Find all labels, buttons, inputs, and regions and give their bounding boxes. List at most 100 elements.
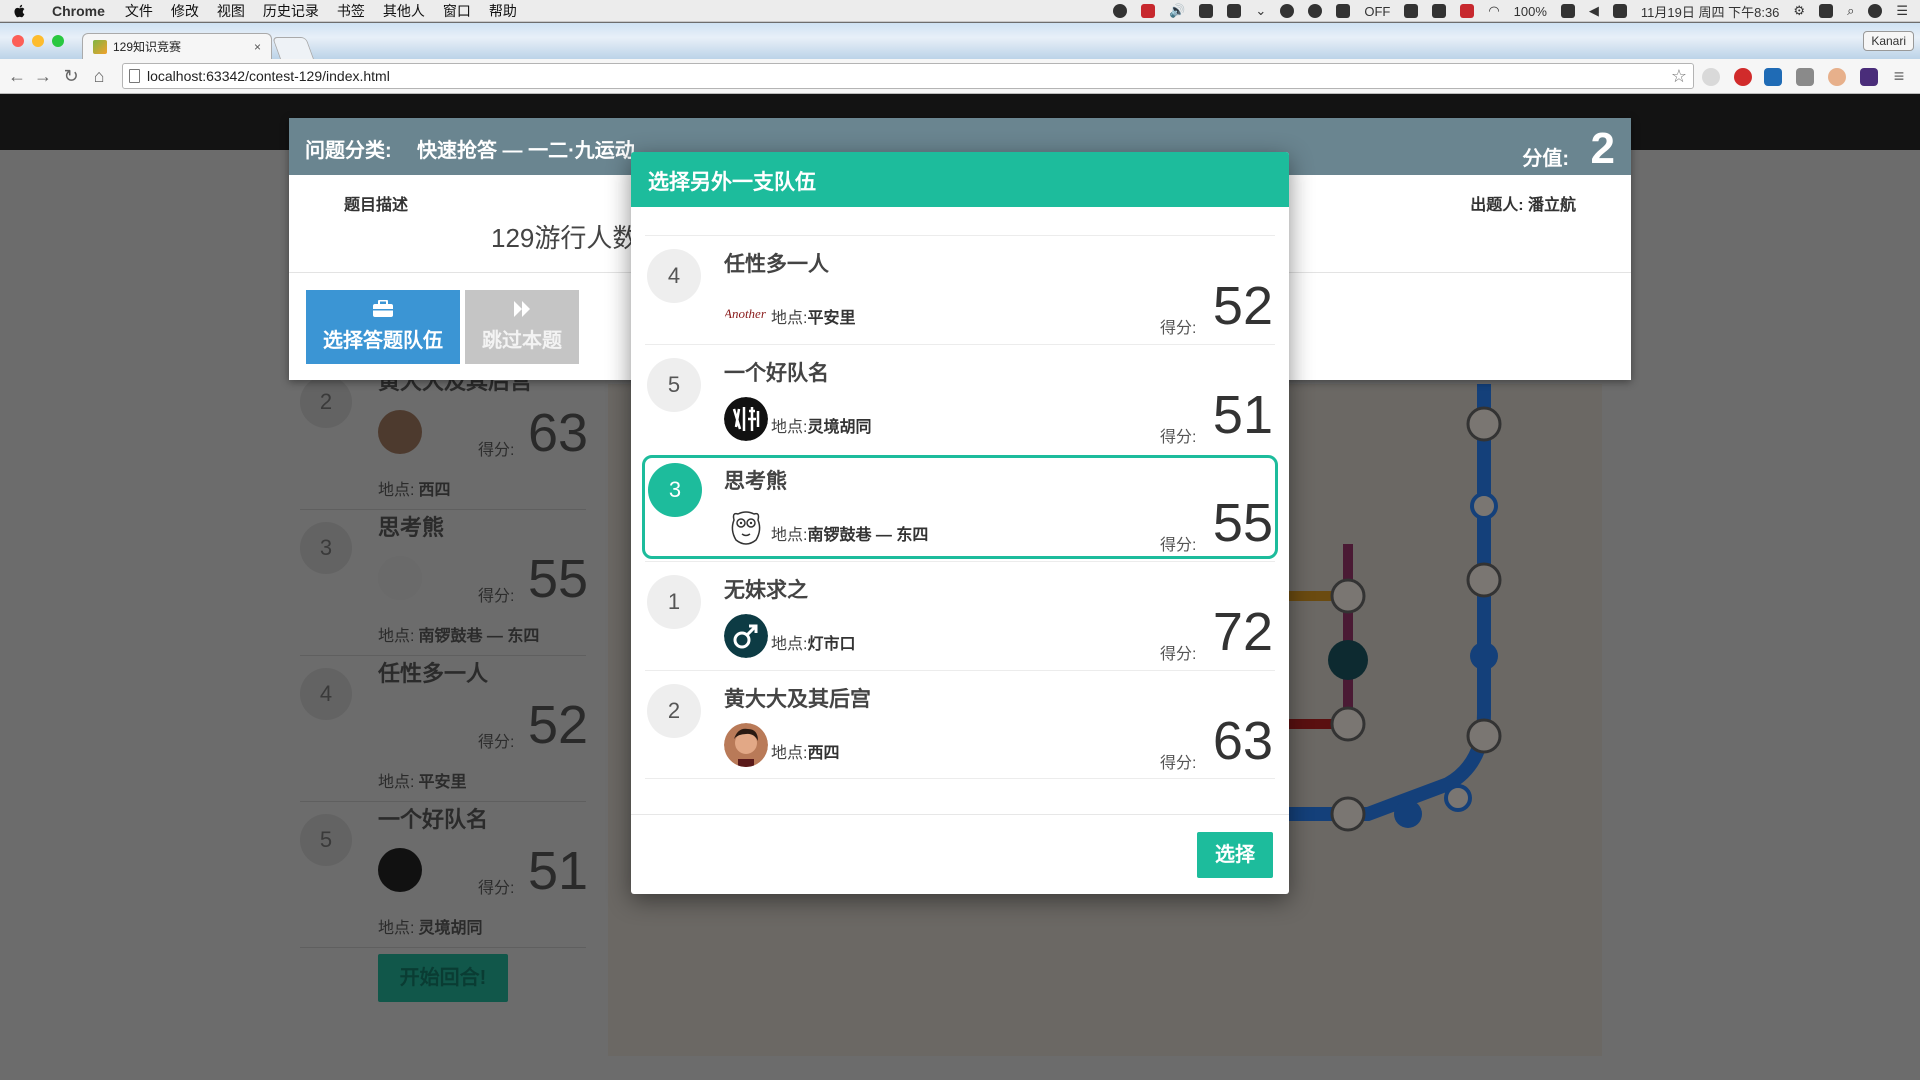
bg-loc-value: 平安里: [418, 774, 467, 791]
bg-team-score: 63: [528, 403, 589, 463]
score-label: 得分:: [1160, 320, 1197, 337]
address-bar[interactable]: localhost:63342/contest-129/index.html ☆: [122, 63, 1694, 89]
another-logo-icon: Another: [724, 288, 768, 332]
menu-view[interactable]: 视图: [217, 1, 245, 21]
reload-icon[interactable]: ↻: [62, 67, 80, 85]
volume-icon[interactable]: 🔊: [1169, 3, 1185, 19]
question-author: 出题人: 潘立航: [1470, 191, 1576, 215]
team-name: 无妹求之: [724, 579, 808, 602]
score-label: 得分:: [1160, 646, 1197, 663]
sound-icon[interactable]: ◀: [1589, 3, 1599, 19]
team-location: 地点:西四: [771, 739, 839, 763]
new-tab-button[interactable]: [271, 37, 315, 59]
bookmark-star-icon[interactable]: ☆: [1671, 64, 1687, 88]
bg-team-score-label: 得分:: [478, 880, 515, 897]
wifi-icon[interactable]: ◠: [1488, 3, 1499, 19]
category-value: 快速抢答 — 一二·九运动: [417, 140, 635, 162]
points-label: 分值:: [1522, 148, 1569, 170]
menu-file[interactable]: 文件: [125, 1, 153, 21]
bg-team-location: 地点: 西四: [378, 476, 450, 500]
team-option[interactable]: 2 黄大大及其后宫 地点:西四 得分: 63: [645, 670, 1275, 779]
menu-edit[interactable]: 修改: [171, 1, 199, 21]
menu-people[interactable]: 其他人: [383, 1, 425, 21]
minimize-window-button[interactable]: [32, 35, 44, 47]
team-option[interactable]: 1 无妹求之 地点:灯市口 得分: 72: [645, 561, 1275, 670]
send-icon[interactable]: [1404, 4, 1419, 18]
home-icon[interactable]: ⌂: [90, 67, 108, 85]
back-arrow-icon[interactable]: ←: [8, 67, 26, 85]
extension-globe-icon[interactable]: [1702, 68, 1720, 86]
forward-arrow-icon[interactable]: →: [34, 67, 52, 85]
bg-team-rank: 3: [300, 522, 352, 574]
team-name: 任性多一人: [724, 253, 829, 276]
calendar-icon[interactable]: [1336, 4, 1351, 18]
location-label: 地点:: [771, 419, 808, 436]
qq-icon[interactable]: [1432, 4, 1447, 18]
chrome-menu-icon[interactable]: ≡: [1890, 67, 1908, 85]
start-round-button[interactable]: 开始回合!: [378, 954, 508, 1002]
team-name: 黄大大及其后宫: [724, 688, 871, 711]
team-score: 52: [1212, 276, 1273, 336]
search-icon[interactable]: ⌕: [1847, 3, 1854, 19]
skip-question-button[interactable]: 跳过本题: [465, 290, 579, 364]
points-value: 2: [1590, 124, 1615, 173]
menu-help[interactable]: 帮助: [489, 1, 517, 21]
url-text[interactable]: localhost:63342/contest-129/index.html: [147, 68, 390, 84]
male-symbol-icon: [724, 614, 768, 658]
shield-icon[interactable]: [1141, 4, 1156, 18]
extension-s-icon[interactable]: [1764, 68, 1782, 86]
menu-bookmarks[interactable]: 书签: [337, 1, 365, 21]
zoom-window-button[interactable]: [52, 35, 64, 47]
control-center-icon[interactable]: ⚙: [1793, 3, 1805, 19]
team-rank: 1: [647, 575, 701, 629]
wechat-icon[interactable]: [1308, 4, 1323, 18]
menu-app-name[interactable]: Chrome: [52, 3, 105, 19]
bg-team-row: 2 黄大大及其后宫 得分: 63 地点: 西四: [300, 364, 589, 510]
bg-team-avatar: [378, 556, 422, 600]
team-score: 72: [1212, 602, 1273, 662]
page-icon: [129, 69, 140, 83]
close-window-button[interactable]: [12, 35, 24, 47]
bg-loc-label: 地点:: [378, 628, 415, 645]
extension-check-icon[interactable]: [1860, 68, 1878, 86]
photo-portrait-icon: [724, 723, 768, 767]
team-option[interactable]: 5 一个好队名 地点:灵境胡同 得分: 51: [645, 344, 1275, 453]
adblock-icon[interactable]: [1734, 68, 1752, 86]
team-name: 思考熊: [724, 470, 787, 493]
off-toggle[interactable]: OFF: [1364, 4, 1390, 19]
select-button[interactable]: 选择: [1197, 832, 1273, 878]
airplay-icon[interactable]: [1199, 4, 1214, 18]
user-icon[interactable]: [1868, 4, 1883, 18]
bg-team-location: 地点: 平安里: [378, 768, 466, 792]
notification-bell-icon[interactable]: [1280, 4, 1295, 18]
battery-percent[interactable]: 100%: [1514, 4, 1547, 19]
tab-close-icon[interactable]: ×: [254, 40, 261, 54]
apple-icon[interactable]: [12, 3, 28, 19]
list-icon[interactable]: ☰: [1896, 3, 1908, 19]
menu-window[interactable]: 窗口: [443, 1, 471, 21]
choose-team-button[interactable]: 选择答题队伍: [306, 290, 460, 364]
team-score: 63: [1212, 711, 1273, 771]
category-label: 问题分类:: [305, 140, 392, 162]
tab-title: 129知识竞赛: [113, 40, 182, 54]
flag-icon[interactable]: [1612, 4, 1627, 18]
battery-status-icon[interactable]: [1227, 4, 1242, 18]
menu-history[interactable]: 历史记录: [263, 1, 319, 21]
tab-active[interactable]: 129知识竞赛 ×: [82, 33, 272, 59]
bg-team-rank: 2: [300, 376, 352, 428]
profile-button[interactable]: Kanari: [1863, 31, 1914, 51]
pause-icon[interactable]: [1460, 4, 1475, 18]
team-option[interactable]: 4 任性多一人 Another 地点:平安里 得分: 52: [645, 235, 1275, 344]
mac-menubar: Chrome 文件 修改 视图 历史记录 书签 其他人 窗口 帮助 🔊 ⌄ OF…: [0, 0, 1920, 22]
modal-title: 选择另外一支队伍: [631, 152, 1289, 207]
chevron-down-icon[interactable]: ⌄: [1255, 3, 1266, 19]
notes-icon[interactable]: [1819, 4, 1834, 18]
team-option-selected[interactable]: 3 思考熊 地点:南锣鼓巷 — 东四 得分: 55: [642, 455, 1278, 559]
bg-team-row: 3 思考熊 得分: 55 地点: 南锣鼓巷 — 东四: [300, 510, 588, 656]
location-label: 地点:: [771, 527, 808, 544]
extension-avatar-icon[interactable]: [1828, 68, 1846, 86]
datetime[interactable]: 11月19日 周四 下午8:36: [1641, 2, 1779, 21]
status-app-icon[interactable]: [1113, 4, 1128, 18]
extension-stack-icon[interactable]: [1796, 68, 1814, 86]
team-name: 一个好队名: [724, 362, 829, 385]
